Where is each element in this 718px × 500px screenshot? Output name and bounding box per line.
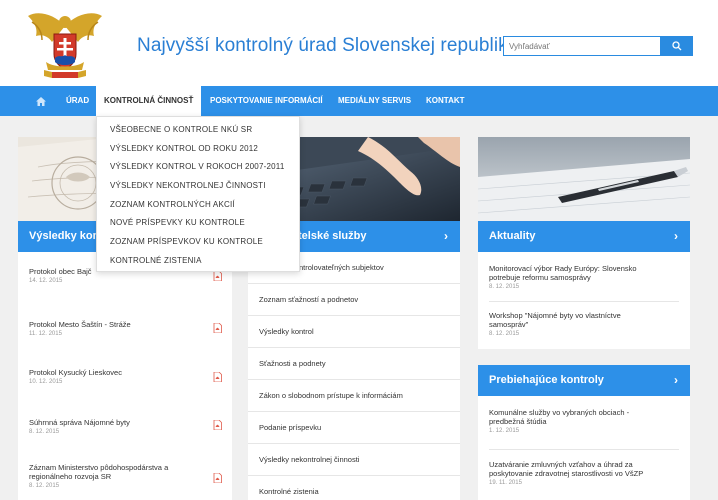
chevron-right-icon[interactable]: › <box>674 365 678 396</box>
list-item-title[interactable]: Záznam Ministerstvo pôdohospodárstva a <box>29 463 204 472</box>
search-icon <box>671 41 681 51</box>
list-item[interactable]: Workshop "Nájomné byty vo vlastníctve sa… <box>489 311 684 337</box>
list-item-date: 10. 12. 2015 <box>29 379 63 385</box>
list-item-title[interactable]: Protokol Kysucký Lieskovec <box>29 368 199 377</box>
search-button[interactable] <box>660 36 693 56</box>
service-link-label[interactable]: Zoznam sťažností a podnetov <box>259 295 358 304</box>
list-item-title[interactable]: Workshop "Nájomné byty vo vlastníctve <box>489 311 684 320</box>
news-panel-heading-text[interactable]: Aktuality <box>489 230 535 242</box>
news-panel-image <box>478 137 690 221</box>
dropdown-item-zoznam-prispevkov[interactable]: ZOZNAM PRÍSPEVKOV KU KONTROLE <box>97 233 299 252</box>
service-link[interactable]: Výsledky nekontrolnej činnosti <box>248 444 460 476</box>
dropdown-item-vysledky-od-2012[interactable]: VÝSLEDKY KONTROL OD ROKU 2012 <box>97 140 299 159</box>
list-item[interactable]: Komunálne služby vo vybraných obciach - … <box>489 408 684 434</box>
list-item-date: 11. 12. 2015 <box>29 331 62 337</box>
nav-item-kontakt[interactable]: KONTAKT <box>418 86 473 116</box>
site-header: Najvyšší kontrolný úrad Slovenskej repub… <box>0 0 718 86</box>
nav-item-kontrolna-cinnost[interactable]: KONTROLNÁ ČINNOSŤ <box>96 86 202 116</box>
dropdown-item-kontrolne-zistenia[interactable]: KONTROLNÉ ZISTENIA <box>97 252 299 271</box>
service-link[interactable]: Sťažnosti a podnety <box>248 348 460 380</box>
list-item[interactable]: Protokol Mesto Šaštín - Stráže 11. 12. 2… <box>29 320 199 337</box>
service-link[interactable]: Podanie príspevku <box>248 412 460 444</box>
pdf-icon[interactable] <box>213 271 222 281</box>
nav-home-button[interactable] <box>28 86 54 116</box>
main-navigation: ÚRAD KONTROLNÁ ČINNOSŤ POSKYTOVANIE INFO… <box>0 86 718 116</box>
nav-item-urad[interactable]: ÚRAD <box>58 86 97 116</box>
list-item-title-line2[interactable]: samospráv" <box>489 320 684 329</box>
ongoing-audits-heading[interactable]: Prebiehajúce kontroly › <box>478 365 690 396</box>
list-item-title-line2[interactable]: predbežná štúdia <box>489 417 684 426</box>
divider <box>489 301 679 302</box>
list-item-title[interactable]: Protokol Mesto Šaštín - Stráže <box>29 320 199 329</box>
news-panel-heading[interactable]: Aktuality › <box>478 221 690 252</box>
pdf-icon[interactable] <box>213 323 222 333</box>
chevron-right-icon[interactable]: › <box>674 221 678 252</box>
kontrolna-cinnost-dropdown: VŠEOBECNE O KONTROLE NKÚ SR VÝSLEDKY KON… <box>96 116 300 272</box>
list-item-title[interactable]: Uzatváranie zmluvných vzťahov a úhrad za <box>489 460 687 469</box>
chevron-right-icon[interactable]: › <box>444 221 448 252</box>
list-item-date: 19. 11. 2015 <box>489 480 522 486</box>
service-link-label[interactable]: Výsledky nekontrolnej činnosti <box>259 455 359 464</box>
dropdown-item-zoznam-akcii[interactable]: ZOZNAM KONTROLNÝCH AKCIÍ <box>97 196 299 215</box>
list-item[interactable]: Súhrnná správa Nájomné byty 8. 12. 2015 <box>29 418 199 435</box>
list-item-date: 8. 12. 2015 <box>29 429 60 435</box>
list-item[interactable]: Protokol Kysucký Lieskovec 10. 12. 2015 <box>29 368 199 385</box>
nav-item-poskytovanie-informacii[interactable]: POSKYTOVANIE INFORMÁCIÍ <box>202 86 331 116</box>
ongoing-audits-panel: Prebiehajúce kontroly › Komunálne služby… <box>478 365 690 500</box>
list-item-title[interactable]: Súhrnná správa Nájomné byty <box>29 418 199 427</box>
search-form <box>503 36 693 56</box>
dropdown-item-nove-prispevky[interactable]: NOVÉ PRÍSPEVKY KU KONTROLE <box>97 214 299 233</box>
list-item-title-line2[interactable]: poskytovanie zdravotnej starostlivosti v… <box>489 469 687 478</box>
dropdown-item-vseobecne[interactable]: VŠEOBECNE O KONTROLE NKÚ SR <box>97 121 299 140</box>
list-item[interactable]: Záznam Ministerstvo pôdohospodárstva a r… <box>29 463 204 489</box>
service-link-label[interactable]: Sťažnosti a podnety <box>259 359 326 368</box>
nav-item-medialny-servis[interactable]: MEDIÁLNY SERVIS <box>330 86 419 116</box>
list-item-date: 14. 12. 2015 <box>29 278 63 284</box>
service-link[interactable]: Zoznam sťažností a podnetov <box>248 284 460 316</box>
coat-of-arms-eagle-logo[interactable] <box>24 6 106 82</box>
list-item-title-line2[interactable]: regionálneho rozvoja SR <box>29 472 204 481</box>
service-link[interactable]: Kontrolné zistenia <box>248 476 460 500</box>
list-item-date: 1. 12. 2015 <box>489 428 520 434</box>
service-link-label[interactable]: Podanie príspevku <box>259 423 321 432</box>
pdf-icon[interactable] <box>213 372 222 382</box>
ongoing-audits-heading-text[interactable]: Prebiehajúce kontroly <box>489 374 604 386</box>
site-title[interactable]: Najvyšší kontrolný úrad Slovenskej repub… <box>137 35 517 57</box>
list-item[interactable]: Uzatváranie zmluvných vzťahov a úhrad za… <box>489 460 687 486</box>
list-item-title[interactable]: Komunálne služby vo vybraných obciach - <box>489 408 684 417</box>
pdf-icon[interactable] <box>213 473 222 483</box>
service-link[interactable]: Zákon o slobodnom prístupe k informáciám <box>248 380 460 412</box>
home-icon <box>36 96 46 106</box>
search-input[interactable] <box>503 36 661 56</box>
service-link-label[interactable]: Výsledky kontrol <box>259 327 314 336</box>
service-link[interactable]: Výsledky kontrol <box>248 316 460 348</box>
list-item[interactable]: Monitorovací výbor Rady Európy: Slovensk… <box>489 264 684 290</box>
pen-on-paper-image <box>478 137 690 221</box>
service-link-label[interactable]: Zákon o slobodnom prístupe k informáciám <box>259 391 403 400</box>
pdf-icon[interactable] <box>213 420 222 430</box>
divider <box>489 449 679 450</box>
dropdown-item-vysledky-2007-2011[interactable]: VÝSLEDKY KONTROL V ROKOCH 2007-2011 <box>97 158 299 177</box>
dropdown-item-nekontrolna-cinnost[interactable]: VÝSLEDKY NEKONTROLNEJ ČINNOSTI <box>97 177 299 196</box>
service-link-label[interactable]: Kontrolné zistenia <box>259 487 319 496</box>
list-item-date: 8. 12. 2015 <box>489 331 520 337</box>
list-item-title[interactable]: Monitorovací výbor Rady Európy: Slovensk… <box>489 264 684 273</box>
list-item-date: 8. 12. 2015 <box>489 284 520 290</box>
list-item-title-line2[interactable]: potrebuje reformu samosprávy <box>489 273 684 282</box>
list-item-date: 8. 12. 2015 <box>29 483 60 489</box>
news-panel: Aktuality › Monitorovací výbor Rady Euró… <box>478 137 690 349</box>
